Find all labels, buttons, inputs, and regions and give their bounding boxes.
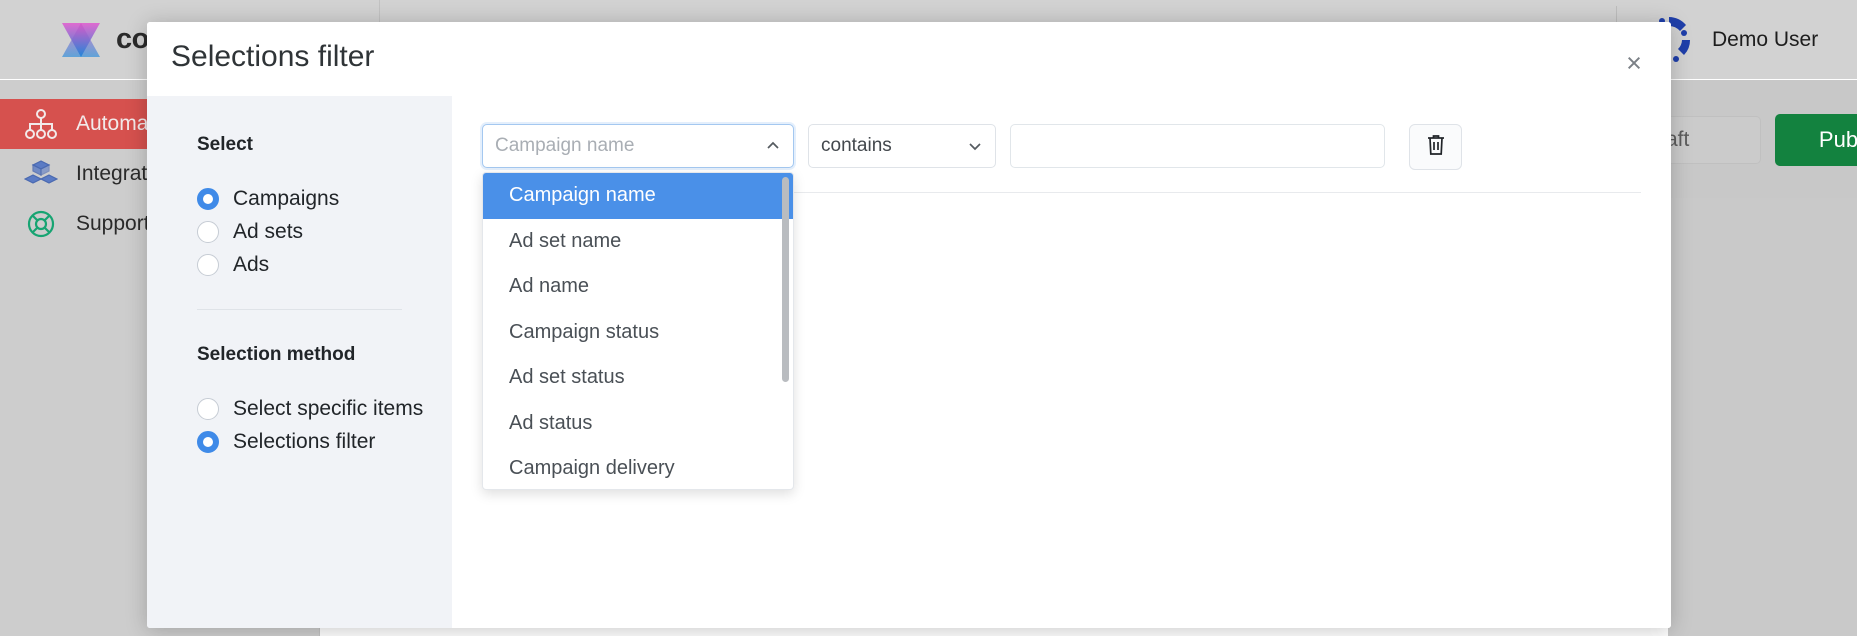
lifebuoy-icon	[24, 207, 58, 241]
radio-ad-sets[interactable]: Ad sets	[197, 215, 418, 248]
app-root: convertus Demo User	[0, 0, 1857, 636]
trash-icon	[1425, 133, 1447, 162]
operator-select[interactable]: contains	[808, 124, 996, 168]
close-icon[interactable]: ×	[1619, 48, 1649, 78]
dropdown-scrollbar-thumb[interactable]	[782, 177, 789, 382]
modal-body: Select Campaigns Ad sets Ads Selection m…	[147, 96, 1671, 628]
user-name: Demo User	[1712, 27, 1819, 51]
modal-left-panel: Select Campaigns Ad sets Ads Selection m…	[147, 96, 452, 628]
field-select-wrapper: Campaign name Campaign name Ad set name	[482, 124, 794, 490]
sitemap-icon	[24, 107, 58, 141]
radio-indicator[interactable]	[197, 220, 219, 243]
radio-label: Select specific items	[233, 396, 424, 420]
operator-select-value: contains	[821, 135, 892, 156]
radio-select-specific-items[interactable]: Select specific items	[197, 392, 423, 425]
panel-divider	[197, 309, 402, 310]
blocks-icon	[23, 157, 59, 191]
selection-method-group-title: Selection method	[197, 344, 356, 365]
chevron-down-icon[interactable]	[967, 138, 983, 154]
radio-label: Ad sets	[233, 219, 304, 243]
field-option[interactable]: Campaign name	[483, 173, 793, 219]
field-option-list: Campaign name Ad set name Ad name Campai…	[483, 173, 793, 489]
page-title: Selections filter	[171, 40, 375, 73]
selections-filter-modal: Selections filter × Select Campaigns Ad …	[147, 22, 1671, 628]
field-option[interactable]: Ad set name	[483, 219, 793, 265]
field-option[interactable]: Campaign delivery	[483, 446, 793, 489]
sidebar-item-label: Support	[76, 212, 150, 235]
background-card	[1668, 198, 1857, 636]
radio-label: Campaigns	[233, 186, 340, 210]
field-select-placeholder: Campaign name	[495, 135, 635, 156]
radio-label: Ads	[233, 252, 270, 276]
radio-selections-filter[interactable]: Selections filter	[197, 425, 418, 458]
dropdown-scrollbar[interactable]	[782, 177, 789, 487]
publish-label: Publish	[1818, 127, 1857, 152]
field-option[interactable]: Ad name	[483, 264, 793, 310]
select-group-title: Select	[197, 134, 253, 155]
radio-indicator[interactable]	[197, 253, 219, 276]
filter-row: Campaign name Campaign name Ad set name	[482, 124, 1641, 490]
radio-ads[interactable]: Ads	[197, 248, 418, 281]
publish-button[interactable]: Publish	[1775, 114, 1857, 166]
field-option[interactable]: Ad status	[483, 401, 793, 447]
field-option[interactable]: Campaign status	[483, 310, 793, 356]
radio-label: Selections filter	[233, 429, 376, 453]
radio-indicator[interactable]	[197, 397, 219, 420]
field-option[interactable]: Ad set status	[483, 355, 793, 401]
filter-value-input[interactable]	[1010, 124, 1385, 168]
delete-filter-button[interactable]	[1409, 124, 1462, 170]
chevron-up-icon[interactable]	[765, 138, 781, 154]
field-select-dropdown[interactable]: Campaign name Ad set name Ad name Campai…	[482, 172, 794, 490]
radio-indicator[interactable]	[197, 187, 219, 210]
modal-right-panel: Campaign name Campaign name Ad set name	[452, 96, 1671, 628]
modal-header: Selections filter ×	[147, 22, 1671, 96]
field-select[interactable]: Campaign name	[482, 124, 794, 168]
radio-campaigns[interactable]: Campaigns	[197, 182, 418, 215]
radio-indicator[interactable]	[197, 430, 219, 453]
hourglass-logo-icon	[60, 20, 102, 60]
